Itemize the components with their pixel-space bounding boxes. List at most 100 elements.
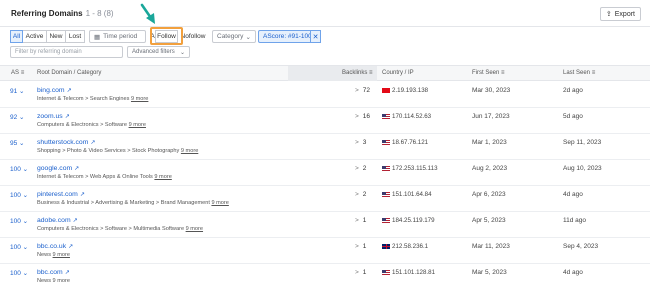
segment-lost[interactable]: Lost bbox=[66, 30, 85, 43]
domain-link[interactable]: zoom.us ↗ bbox=[37, 113, 70, 120]
external-link-icon[interactable]: ↗ bbox=[65, 114, 70, 120]
ip-address: 18.67.76.121 bbox=[392, 139, 429, 146]
more-categories-link[interactable]: 9 more bbox=[186, 226, 203, 232]
external-link-icon[interactable]: ↗ bbox=[74, 166, 79, 172]
domain-link[interactable]: bbc.co.uk ↗ bbox=[37, 243, 73, 250]
advanced-filters-label: Advanced filters bbox=[132, 49, 175, 55]
backlinks-count[interactable]: >72 bbox=[355, 87, 370, 94]
title-text: Referring Domains bbox=[11, 9, 83, 18]
more-categories-link[interactable]: 9 more bbox=[154, 174, 171, 180]
first-seen-date: Mar 1, 2023 bbox=[472, 139, 507, 146]
advanced-filters-dropdown[interactable]: Advanced filters ⌄ bbox=[127, 46, 190, 58]
chevron-right-icon[interactable]: > bbox=[355, 243, 359, 250]
first-seen-date: Jun 17, 2023 bbox=[472, 113, 510, 120]
last-seen-date: Aug 10, 2023 bbox=[563, 165, 602, 172]
country-flag-icon bbox=[382, 244, 390, 249]
sort-icon: ≡ bbox=[20, 70, 25, 76]
export-button[interactable]: ⇪ Export bbox=[599, 7, 641, 21]
follow-highlight-box bbox=[150, 27, 183, 45]
category-path: News 9 more bbox=[37, 278, 70, 282]
chevron-right-icon[interactable]: > bbox=[355, 191, 359, 198]
chevron-right-icon[interactable]: > bbox=[355, 217, 359, 224]
country-flag-icon bbox=[382, 270, 390, 275]
chevron-down-icon: ⌄ bbox=[245, 33, 251, 41]
annotation-arrow-icon bbox=[140, 3, 155, 24]
domain-search-input[interactable]: Filter by referring domain bbox=[10, 46, 123, 58]
first-seen-date: Apr 6, 2023 bbox=[472, 191, 506, 198]
more-categories-link[interactable]: 9 more bbox=[181, 148, 198, 154]
table-row: 100 ⌄ google.com ↗ Internet & Telecom > Web… bbox=[0, 160, 650, 186]
table-row: 100 ⌄ bbc.com ↗ News 9 more >1 151.101.128.81… bbox=[0, 264, 650, 282]
domain-link[interactable]: pinterest.com ↗ bbox=[37, 191, 85, 198]
backlinks-count[interactable]: >2 bbox=[355, 191, 366, 198]
ip-address: 212.58.236.1 bbox=[392, 243, 429, 250]
backlinks-count[interactable]: >1 bbox=[355, 269, 366, 276]
col-first-seen[interactable]: First Seen ≡ bbox=[472, 70, 505, 76]
more-categories-link[interactable]: 9 more bbox=[53, 252, 70, 258]
table-header: AS ≡ Root Domain / Category Backlinks ≡ … bbox=[0, 65, 650, 81]
table-row: 95 ⌄ shutterstock.com ↗ Shopping > Photo & … bbox=[0, 134, 650, 160]
first-seen-date: Aug 2, 2023 bbox=[472, 165, 508, 172]
table-row: 92 ⌄ zoom.us ↗ Computers & Electronics > So… bbox=[0, 108, 650, 134]
ascore-value[interactable]: 100 ⌄ bbox=[10, 269, 28, 277]
chevron-right-icon[interactable]: > bbox=[355, 113, 359, 120]
ascore-value[interactable]: 95 ⌄ bbox=[10, 139, 24, 147]
segment-active[interactable]: Active bbox=[23, 30, 47, 43]
chevron-right-icon[interactable]: > bbox=[355, 139, 359, 146]
chevron-right-icon[interactable]: > bbox=[355, 165, 359, 172]
ascore-value[interactable]: 91 ⌄ bbox=[10, 87, 24, 95]
table-row: 100 ⌄ bbc.co.uk ↗ News 9 more >1 212.58.236.1… bbox=[0, 238, 650, 264]
page-title: Referring Domains 1 - 8 (8) bbox=[11, 9, 114, 18]
calendar-icon: ▦ bbox=[94, 33, 101, 41]
col-last-seen[interactable]: Last Seen ≡ bbox=[563, 70, 595, 76]
time-period-label: Time period bbox=[103, 33, 138, 40]
last-seen-date: 4d ago bbox=[563, 191, 583, 198]
domain-link[interactable]: google.com ↗ bbox=[37, 165, 79, 172]
time-period-button[interactable]: ▦ Time period bbox=[89, 30, 146, 43]
backlinks-count[interactable]: >2 bbox=[355, 165, 366, 172]
domain-link[interactable]: shutterstock.com ↗ bbox=[37, 139, 95, 146]
ip-address: 170.114.52.63 bbox=[392, 113, 432, 120]
external-link-icon[interactable]: ↗ bbox=[73, 218, 78, 224]
sort-icon: ≡ bbox=[501, 70, 505, 76]
external-link-icon[interactable]: ↗ bbox=[67, 88, 72, 94]
external-link-icon[interactable]: ↗ bbox=[65, 270, 70, 276]
col-as[interactable]: AS ≡ bbox=[11, 70, 24, 76]
chevron-right-icon[interactable]: > bbox=[355, 87, 359, 94]
domain-link[interactable]: bing.com ↗ bbox=[37, 87, 72, 94]
ascore-value[interactable]: 100 ⌄ bbox=[10, 243, 28, 251]
backlinks-count[interactable]: >1 bbox=[355, 217, 366, 224]
segment-all[interactable]: All bbox=[10, 30, 23, 43]
ascore-value[interactable]: 92 ⌄ bbox=[10, 113, 24, 121]
external-link-icon[interactable]: ↗ bbox=[68, 244, 73, 250]
close-icon[interactable]: ✕ bbox=[310, 30, 321, 43]
category-path: Internet & Telecom > Web Apps & Online T… bbox=[37, 174, 172, 180]
category-path: Internet & Telecom > Search Engines 9 mo… bbox=[37, 96, 149, 102]
domain-link[interactable]: adobe.com ↗ bbox=[37, 217, 78, 224]
chevron-down-icon: ⌄ bbox=[179, 49, 185, 56]
table-row: 91 ⌄ bing.com ↗ Internet & Telecom > Search… bbox=[0, 82, 650, 108]
ascore-value[interactable]: 100 ⌄ bbox=[10, 217, 28, 225]
external-link-icon[interactable]: ↗ bbox=[80, 192, 85, 198]
ascore-value[interactable]: 100 ⌄ bbox=[10, 191, 28, 199]
domain-link[interactable]: bbc.com ↗ bbox=[37, 269, 70, 276]
ascore-value[interactable]: 100 ⌄ bbox=[10, 165, 28, 173]
col-backlinks[interactable]: Backlinks ≡ bbox=[342, 70, 373, 76]
backlinks-count[interactable]: >16 bbox=[355, 113, 370, 120]
sort-desc-icon: ≡ bbox=[369, 70, 373, 76]
ip-address: 172.253.115.113 bbox=[392, 165, 438, 172]
backlinks-count[interactable]: >1 bbox=[355, 243, 366, 250]
more-categories-link[interactable]: 9 more bbox=[131, 96, 148, 102]
page-header: Referring Domains 1 - 8 (8) ⇪ Export bbox=[0, 0, 650, 27]
more-categories-link[interactable]: 9 more bbox=[211, 200, 228, 206]
category-dropdown[interactable]: Category ⌄ bbox=[212, 30, 256, 43]
ip-address: 151.101.64.84 bbox=[392, 191, 432, 198]
segment-new[interactable]: New bbox=[47, 30, 66, 43]
more-categories-link[interactable]: 9 more bbox=[53, 278, 70, 282]
more-categories-link[interactable]: 9 more bbox=[129, 122, 146, 128]
chevron-right-icon[interactable]: > bbox=[355, 269, 359, 276]
export-icon: ⇪ bbox=[605, 11, 612, 18]
first-seen-date: Apr 5, 2023 bbox=[472, 217, 506, 224]
backlinks-count[interactable]: >3 bbox=[355, 139, 366, 146]
external-link-icon[interactable]: ↗ bbox=[90, 140, 95, 146]
